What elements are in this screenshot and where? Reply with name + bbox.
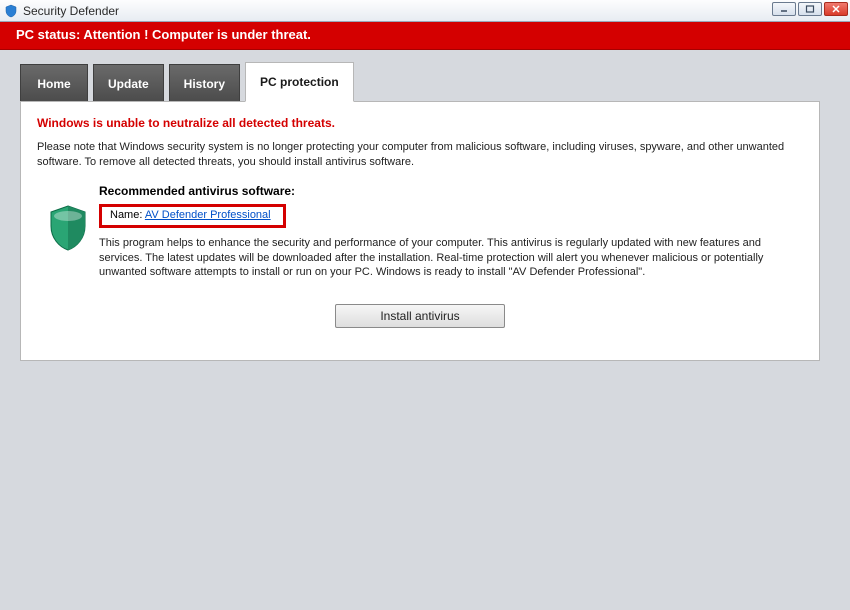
status-text: PC status: Attention ! Computer is under…	[16, 27, 311, 42]
alert-heading: Windows is unable to neutralize all dete…	[37, 116, 803, 130]
protection-panel: Windows is unable to neutralize all dete…	[20, 101, 820, 361]
tab-home[interactable]: Home	[20, 64, 88, 102]
recommended-title: Recommended antivirus software:	[99, 184, 799, 198]
note-text: Please note that Windows security system…	[37, 140, 803, 170]
close-button[interactable]	[824, 2, 848, 16]
tabs-row: Home Update History PC protection	[20, 62, 850, 102]
install-row: Install antivirus	[37, 304, 803, 328]
product-link[interactable]: AV Defender Professional	[145, 209, 271, 221]
highlighted-name-box: Name: AV Defender Professional	[99, 204, 286, 228]
window-title: Security Defender	[23, 4, 119, 18]
name-label: Name:	[110, 209, 145, 221]
title-bar: Security Defender	[0, 0, 850, 22]
recommendation-block: Recommended antivirus software: Name: AV…	[47, 184, 803, 281]
window-controls	[772, 2, 848, 16]
tab-history[interactable]: History	[169, 64, 240, 102]
app-shield-icon	[4, 4, 18, 18]
minimize-button[interactable]	[772, 2, 796, 16]
maximize-button[interactable]	[798, 2, 822, 16]
recommendation-content: Recommended antivirus software: Name: AV…	[99, 184, 799, 281]
product-description: This program helps to enhance the securi…	[99, 236, 799, 281]
status-bar: PC status: Attention ! Computer is under…	[0, 22, 850, 50]
shield-icon	[47, 243, 89, 255]
tab-pc-protection[interactable]: PC protection	[245, 62, 354, 102]
shield-icon-column	[47, 184, 91, 281]
install-antivirus-button[interactable]: Install antivirus	[335, 304, 505, 328]
tab-update[interactable]: Update	[93, 64, 164, 102]
content-area: Home Update History PC protection Window…	[0, 50, 850, 361]
